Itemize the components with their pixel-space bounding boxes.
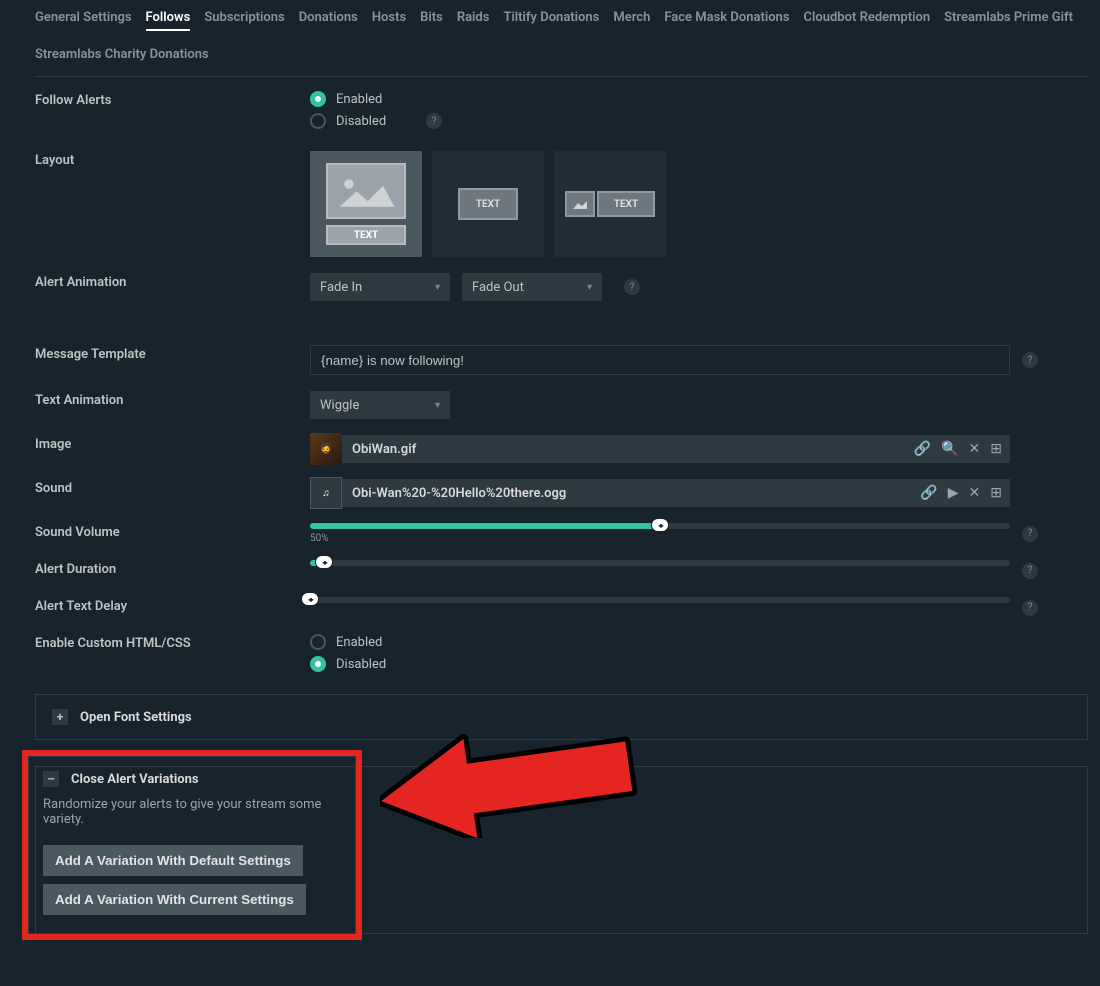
select-animation-out[interactable]: Fade Out (462, 273, 602, 301)
panel-close-alert-variations[interactable]: – Close Alert Variations Randomize your … (28, 756, 356, 934)
radio-customhtml-enabled[interactable]: Enabled (310, 634, 1088, 650)
tab-follows[interactable]: Follows (146, 8, 191, 31)
tab-streamlabs-prime-gift[interactable]: Streamlabs Prime Gift (944, 8, 1073, 31)
tutorial-highlight: – Close Alert Variations Randomize your … (22, 750, 362, 940)
slider-thumb[interactable] (301, 592, 319, 606)
music-note-icon: ♫ (310, 477, 342, 509)
tab-bits[interactable]: Bits (420, 8, 443, 31)
select-value: Fade Out (472, 280, 524, 295)
label-image: Image (35, 435, 310, 463)
select-animation-in[interactable]: Fade In (310, 273, 450, 301)
layout-option-stacked[interactable]: TEXT (310, 151, 422, 257)
tab-subscriptions[interactable]: Subscriptions (204, 8, 284, 31)
radio-label: Disabled (336, 114, 386, 129)
tab-cloudbot-redemption[interactable]: Cloudbot Redemption (804, 8, 931, 31)
select-value: Fade In (320, 280, 362, 295)
tab-donations[interactable]: Donations (299, 8, 358, 31)
layout-text-badge: TEXT (458, 188, 518, 220)
link-icon[interactable]: 🔗 (914, 441, 931, 457)
play-icon[interactable]: ▶ (948, 485, 959, 501)
select-value: Wiggle (320, 398, 359, 413)
image-thumbnail-icon: 🧔 (310, 433, 342, 465)
help-icon[interactable] (1022, 600, 1038, 616)
tab-bar: General Settings Follows Subscriptions Dona… (35, 8, 1088, 68)
close-icon[interactable]: ✕ (969, 441, 981, 457)
grid-icon[interactable]: ⊞ (990, 441, 1002, 457)
help-icon[interactable] (1022, 563, 1038, 579)
radio-off-icon (310, 113, 326, 129)
link-icon[interactable]: 🔗 (920, 485, 937, 501)
radio-on-icon (310, 91, 326, 107)
slider-thumb[interactable] (651, 518, 669, 532)
slider-value: 0s (0, 607, 660, 618)
layout-option-side[interactable]: TEXT (554, 151, 666, 257)
panel-description: Randomize your alerts to give your strea… (43, 797, 341, 827)
grid-icon[interactable]: ⊞ (990, 485, 1002, 501)
tab-hosts[interactable]: Hosts (372, 8, 406, 31)
tab-raids[interactable]: Raids (457, 8, 490, 31)
slider-value: 8s (0, 570, 674, 581)
slider-alert-duration[interactable]: 8s (310, 560, 1010, 581)
label-sound: Sound (35, 479, 310, 507)
tab-merch[interactable]: Merch (613, 8, 650, 31)
file-name: ObiWan.gif (342, 442, 906, 457)
label-layout: Layout (35, 151, 310, 257)
label-text-animation: Text Animation (35, 391, 310, 419)
radio-follow-disabled[interactable]: Disabled (310, 113, 1088, 129)
label-custom-html: Enable Custom HTML/CSS (35, 634, 310, 678)
tab-face-mask-donations[interactable]: Face Mask Donations (664, 8, 789, 31)
slider-thumb[interactable] (315, 555, 333, 569)
collapse-icon: – (43, 771, 59, 787)
radio-label: Disabled (336, 657, 386, 672)
help-icon[interactable] (1022, 352, 1038, 368)
panel-open-font-settings[interactable]: + Open Font Settings (35, 694, 1088, 740)
label-sound-volume: Sound Volume (35, 523, 310, 544)
label-alert-animation: Alert Animation (35, 273, 310, 301)
help-icon[interactable] (1022, 526, 1038, 542)
radio-label: Enabled (336, 635, 382, 650)
panel-title: Open Font Settings (80, 710, 192, 725)
radio-follow-enabled[interactable]: Enabled (310, 91, 1088, 107)
tab-streamlabs-charity-donations[interactable]: Streamlabs Charity Donations (35, 45, 209, 64)
label-message-template: Message Template (35, 345, 310, 375)
layout-option-text-only[interactable]: TEXT (432, 151, 544, 257)
panel-title: Close Alert Variations (71, 772, 199, 787)
file-sound[interactable]: ♫ Obi-Wan%20-%20Hello%20there.ogg 🔗 ▶ ✕ … (310, 479, 1010, 507)
help-icon[interactable] (426, 113, 442, 129)
help-icon[interactable] (624, 279, 640, 295)
radio-label: Enabled (336, 92, 382, 107)
file-image[interactable]: 🧔 ObiWan.gif 🔗 🔍 ✕ ⊞ (310, 435, 1010, 463)
label-follow-alerts: Follow Alerts (35, 91, 310, 135)
input-message-template[interactable] (310, 345, 1010, 375)
radio-customhtml-disabled[interactable]: Disabled (310, 656, 1088, 672)
select-text-animation[interactable]: Wiggle (310, 391, 450, 419)
add-variation-default-button[interactable]: Add A Variation With Default Settings (43, 845, 303, 876)
tab-general-settings[interactable]: General Settings (35, 8, 132, 31)
expand-icon: + (52, 709, 68, 725)
close-icon[interactable]: ✕ (969, 485, 981, 501)
slider-alert-text-delay[interactable]: 0s (310, 597, 1010, 618)
tab-tiltify-donations[interactable]: Tiltify Donations (503, 8, 599, 31)
zoom-icon[interactable]: 🔍 (941, 441, 958, 457)
radio-on-icon (310, 656, 326, 672)
divider (35, 76, 1088, 77)
layout-text-badge: TEXT (326, 225, 406, 245)
file-name: Obi-Wan%20-%20Hello%20there.ogg (342, 486, 912, 501)
add-variation-current-button[interactable]: Add A Variation With Current Settings (43, 884, 306, 915)
radio-off-icon (310, 634, 326, 650)
layout-text-badge: TEXT (597, 191, 655, 217)
slider-value: 50% (310, 533, 1010, 544)
slider-sound-volume[interactable]: 50% (310, 523, 1010, 544)
